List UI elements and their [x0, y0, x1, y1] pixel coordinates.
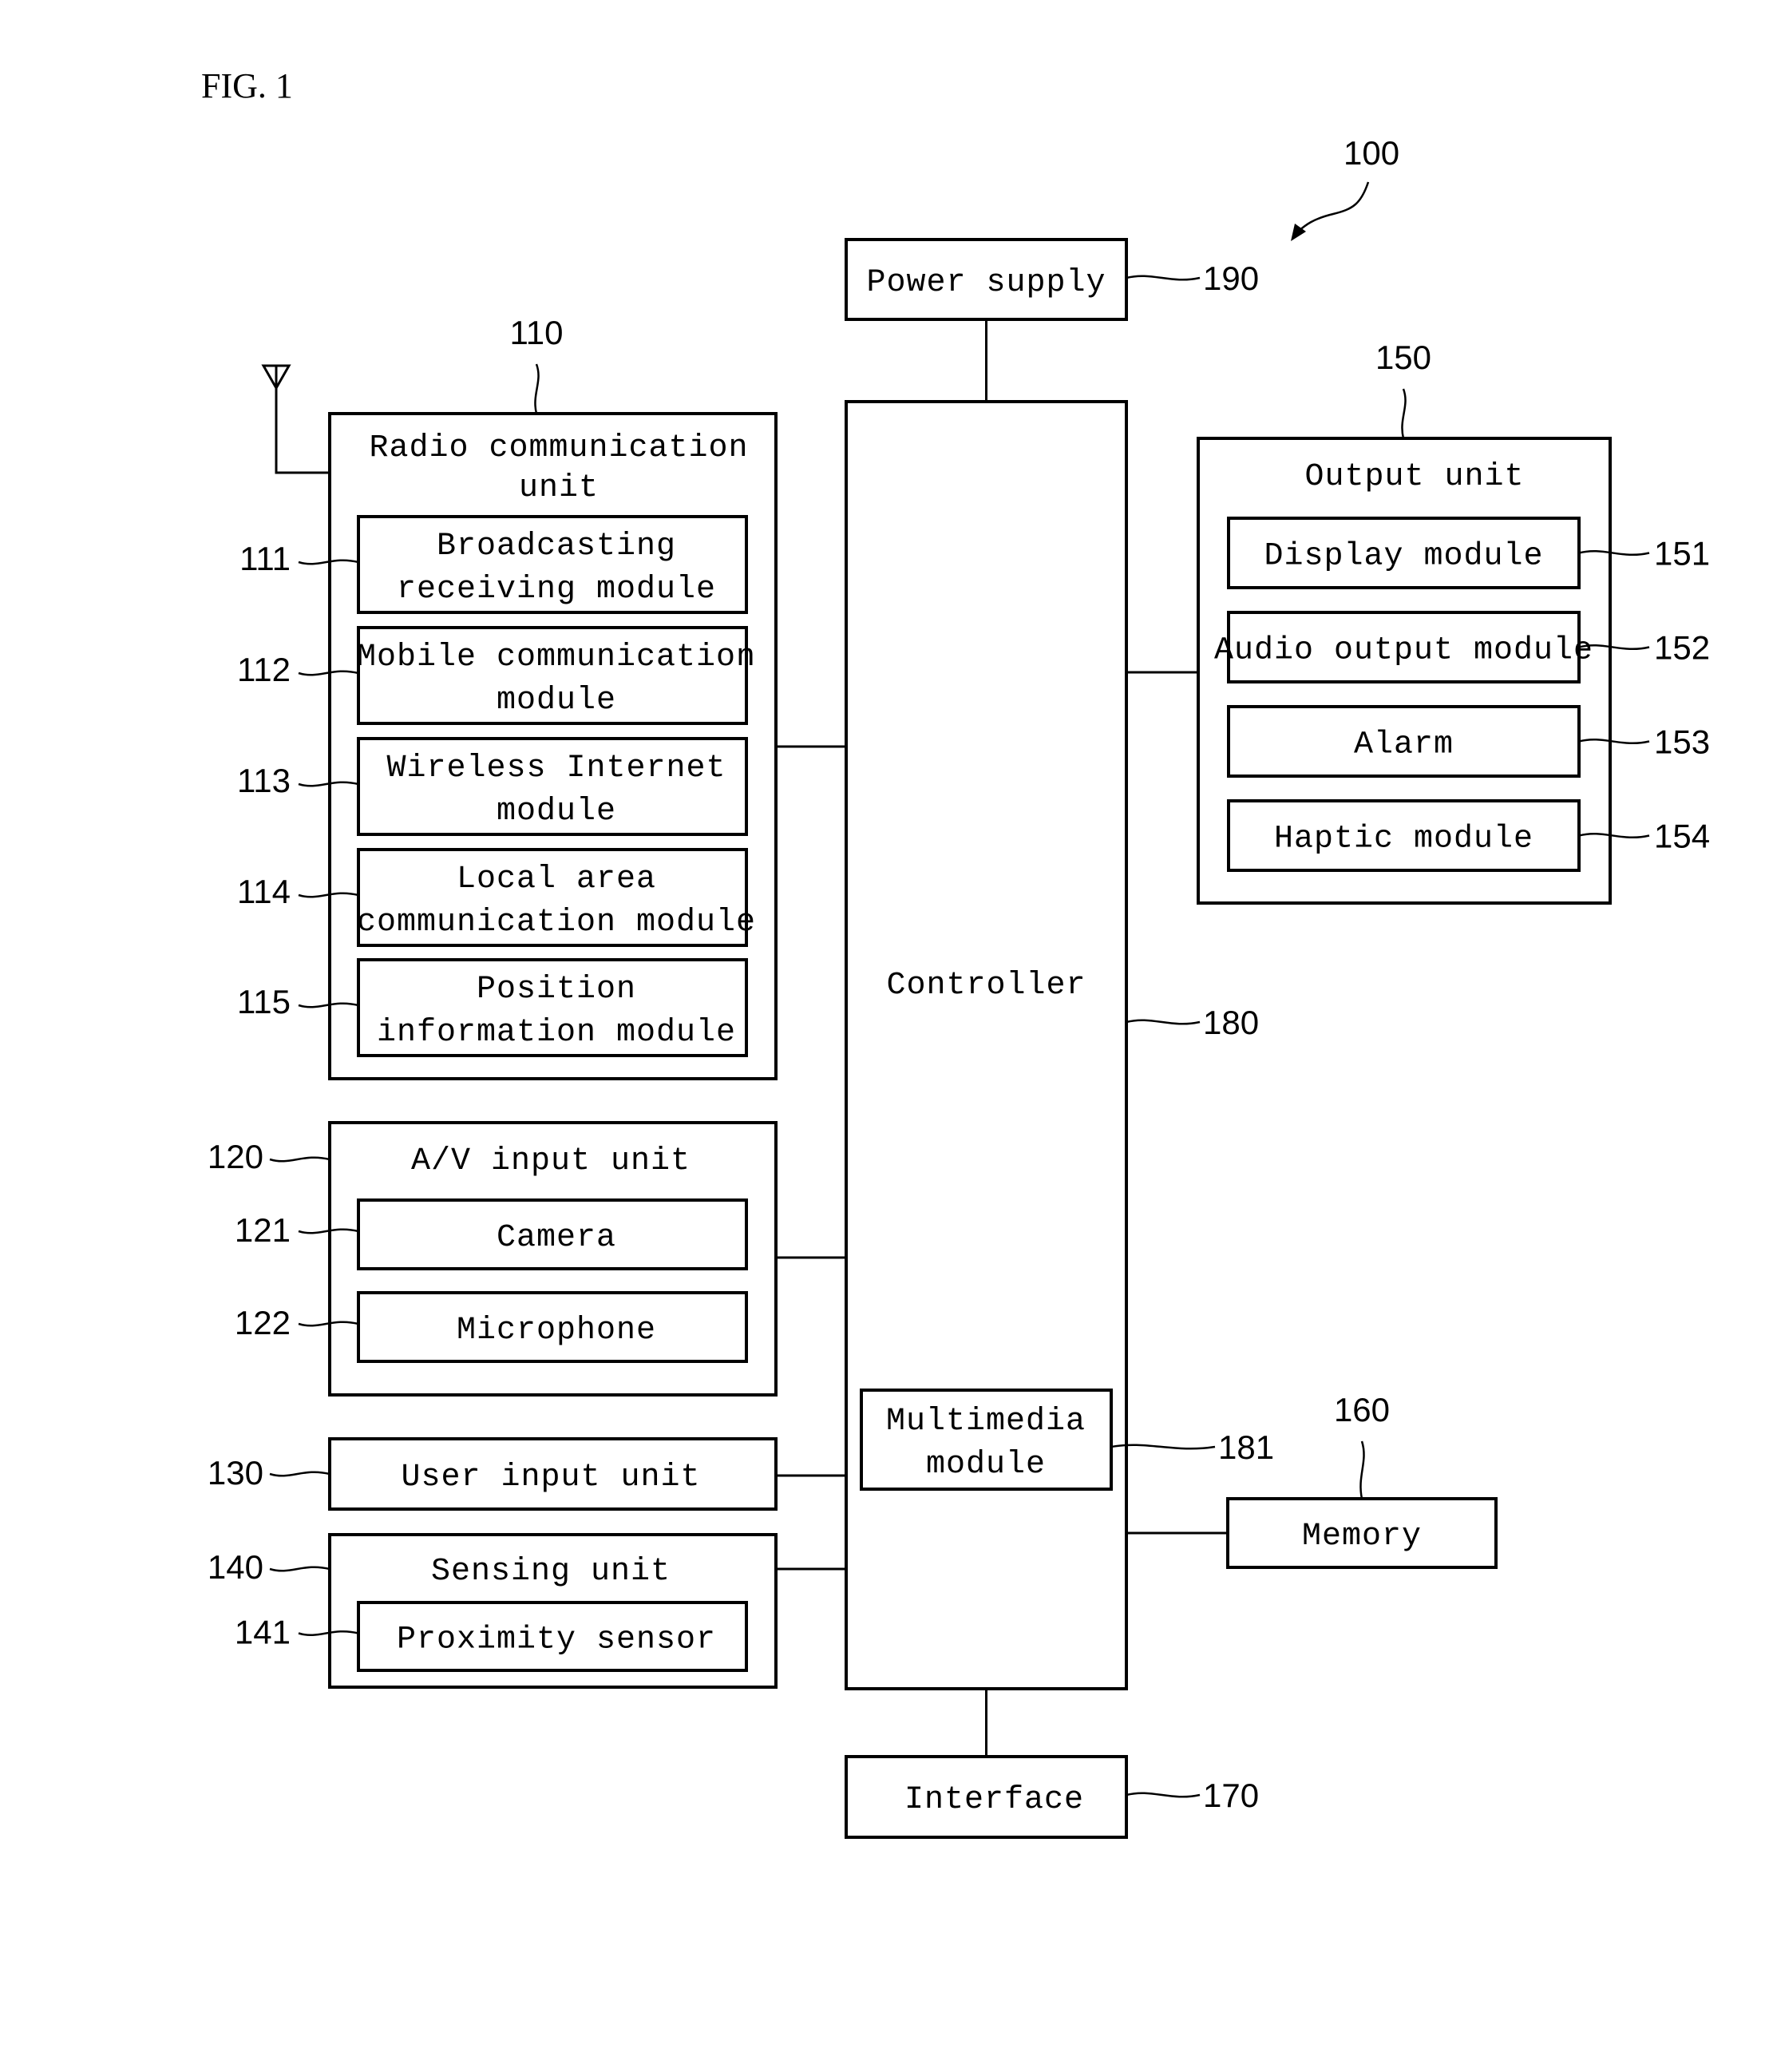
controller-label: Controller: [886, 968, 1086, 1004]
block-diagram: FIG. 1 100 Power supply 190 Controller 180 M…: [201, 66, 1710, 1839]
controller-ref: 180: [1203, 1004, 1259, 1041]
radio-module-label: module: [497, 683, 616, 719]
radio-module-label: receiving module: [397, 572, 716, 608]
radio-communication-unit-ref: 110: [510, 314, 564, 351]
radio-communication-unit-leader: [534, 363, 540, 414]
output-unit-label: Output unit: [1304, 459, 1524, 495]
device-ref-arrow: [1291, 181, 1370, 241]
output-module-label: Display module: [1264, 539, 1543, 575]
power-supply-leader: [1126, 275, 1201, 281]
interface-ref: 170: [1203, 1777, 1259, 1814]
radio-module-label: Wireless Internet: [386, 751, 726, 786]
output-module-ref: 152: [1654, 629, 1710, 667]
sensing-module-label: Proximity sensor: [397, 1622, 716, 1658]
controller-block[interactable]: [845, 400, 1128, 1690]
radio-module-label: Local area: [457, 862, 656, 897]
memory-label: Memory: [1302, 1519, 1422, 1555]
interface-label: Interface: [904, 1782, 1084, 1818]
output-unit-ref: 150: [1375, 339, 1431, 376]
av-input-module-label: Camera: [497, 1220, 616, 1256]
output-module-ref: 153: [1654, 723, 1710, 761]
radio-module-label: Broadcasting: [437, 529, 676, 565]
av-input-module-label: Microphone: [457, 1313, 656, 1349]
sensing-unit-leader: [269, 1566, 330, 1572]
output-module-label: Haptic module: [1274, 822, 1533, 858]
radio-module-ref: 113: [237, 762, 291, 799]
radio-module-label: information module: [377, 1015, 736, 1051]
power-supply-label: Power supply: [866, 265, 1106, 301]
radio-module-ref: 115: [237, 983, 291, 1020]
user-input-unit-leader: [269, 1471, 330, 1477]
output-module-ref: 151: [1654, 535, 1710, 572]
radio-module-label: module: [497, 794, 616, 830]
user-input-unit-ref: 130: [208, 1454, 263, 1492]
radio-module-ref: 111: [239, 540, 291, 577]
controller-leader: [1126, 1019, 1201, 1025]
radio-module-label: Position: [477, 972, 636, 1008]
memory-leader: [1359, 1440, 1365, 1500]
av-input-unit-label: A/V input unit: [411, 1143, 691, 1179]
output-module-label: Audio output module: [1214, 633, 1593, 669]
antenna-line: [275, 366, 330, 474]
radio-module-ref: 114: [237, 873, 291, 910]
radio-module-ref: 112: [237, 651, 291, 688]
figure-title: FIG. 1: [201, 66, 293, 105]
sensing-module-ref: 141: [235, 1614, 291, 1651]
radio-communication-unit-label: Radio communication: [369, 430, 748, 466]
multimedia-module-label: module: [926, 1447, 1046, 1483]
output-module-label: Alarm: [1354, 727, 1454, 763]
sensing-unit-ref: 140: [208, 1548, 263, 1586]
av-input-unit-leader: [269, 1156, 330, 1163]
radio-module-label: communication module: [357, 905, 756, 941]
interface-leader: [1126, 1792, 1201, 1798]
sensing-unit-label: Sensing unit: [431, 1554, 671, 1590]
power-supply-ref: 190: [1203, 259, 1259, 297]
memory-ref: 160: [1334, 1391, 1390, 1428]
radio-module-label: Mobile communication: [357, 640, 756, 675]
multimedia-module-ref: 181: [1218, 1428, 1274, 1466]
multimedia-module-label: Multimedia: [886, 1404, 1086, 1440]
user-input-unit-label: User input unit: [401, 1460, 700, 1496]
device-ref-label: 100: [1344, 134, 1399, 172]
output-unit-leader: [1401, 388, 1407, 439]
radio-communication-unit-label: unit: [519, 470, 599, 506]
av-input-module-ref: 122: [235, 1304, 291, 1341]
av-input-unit-ref: 120: [208, 1138, 263, 1175]
av-input-module-ref: 121: [235, 1211, 291, 1249]
output-module-ref: 154: [1654, 818, 1710, 855]
